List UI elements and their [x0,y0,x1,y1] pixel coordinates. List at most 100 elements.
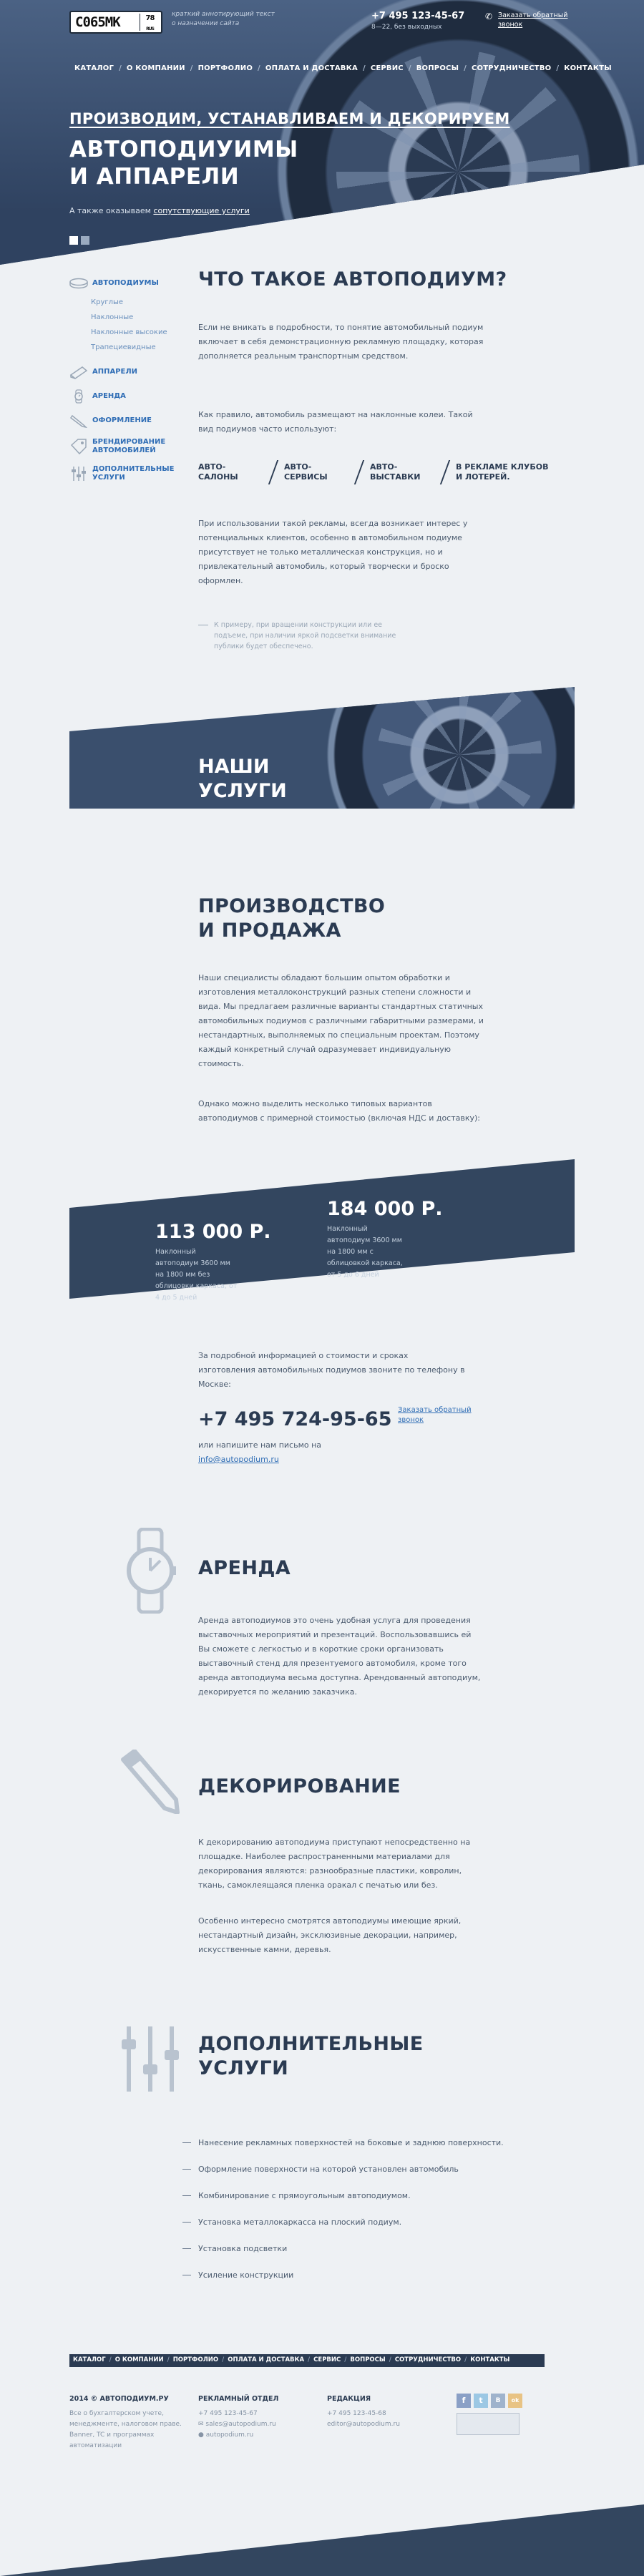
contact-callback-link[interactable]: Заказать обратный звонок [398,1405,477,1425]
rent-title: АРЕНДА [198,1557,291,1579]
list-item: Установка металлокаркасса на плоский под… [182,2215,506,2229]
hero-subtitle-link[interactable]: сопутствующие услуги [153,206,249,215]
what-note: К примеру, при вращении конструкции или … [198,620,413,652]
pencil-icon [69,414,88,428]
footer-editorial: РЕДАКЦИЯ +7 495 123-45-68 editor@autopod… [327,2394,434,2430]
twitter-icon[interactable]: t [474,2394,488,2408]
sidebar-item-rent[interactable]: АРЕНДА [69,389,184,404]
podium-icon [69,278,88,289]
footer-nav-faq[interactable]: ВОПРОСЫ [346,2356,389,2366]
services-banner [69,687,575,809]
extra-list: Нанесение рекламных поверхностей на боко… [182,2136,506,2295]
usage-type-exhibitions: АВТО-ВЫСТАВКИ [370,462,421,482]
footer-nav-contacts[interactable]: КОНТАКТЫ [467,2356,513,2366]
site-tagline: краткий аннотирующий текст о назначении … [172,11,275,27]
sidebar-item-decor[interactable]: ОФОРМЛЕНИЕ [69,414,184,428]
header-callback-link[interactable]: Заказать обратный звонок [487,11,587,29]
social-links: f t В ok [457,2394,522,2408]
banner-wheel-spokes [377,687,542,809]
sidebar-sub-trapezoid[interactable]: Трапециевидные [91,340,184,355]
footer-nav-about[interactable]: О КОМПАНИИ [112,2356,167,2366]
nav-partners[interactable]: СОТРУДНИЧЕСТВО [467,63,556,74]
nav-portfolio[interactable]: ПОРТФОЛИО [193,63,258,74]
slider-dot-2[interactable] [81,236,89,245]
slider-dot-1[interactable] [69,236,78,245]
price-2: 184 000 Р. [327,1198,443,1220]
footer-ads-phone[interactable]: +7 495 123-45-67 [198,2409,320,2419]
sidebar-item-ramps[interactable]: АППАРЕЛИ [69,365,184,379]
sidebar-item-extra[interactable]: ДОПОЛНИТЕЛЬНЫЕ УСЛУГИ [69,465,184,482]
sidebar-item-podiums[interactable]: АВТОПОДИУМЫ [69,278,184,289]
sliders-icon [118,2025,182,2097]
slider-dots [69,236,89,245]
odnoklassniki-icon[interactable]: ok [508,2394,522,2408]
footer-nav-portfolio[interactable]: ПОРТФОЛИО [170,2356,222,2366]
pencil-icon [116,1749,180,1818]
footer-nav-payment[interactable]: ОПЛАТА И ДОСТАВКА [224,2356,308,2366]
vk-icon[interactable]: В [491,2394,505,2408]
main-nav: КАТАЛОГ / О КОМПАНИИ / ПОРТФОЛИО / ОПЛАТА И… [69,63,617,74]
usage-type-ads: В РЕКЛАМЕ КЛУБОВ И ЛОТЕРЕЙ. [456,462,549,482]
what-title: ЧТО ТАКОЕ АВТОПОДИУМ? [198,268,507,291]
sidebar-item-branding[interactable]: БРЕНДИРОВАНИЕ АВТОМОБИЛЕЙ [69,438,184,455]
counter-badge[interactable] [457,2413,519,2435]
sidebar-sub-inclined-high[interactable]: Наклонные высокие [91,325,184,340]
extra-title: ДОПОЛНИТЕЛЬНЫЕ УСЛУГИ [198,2033,424,2079]
sidebar-sub-round[interactable]: Круглые [91,295,184,310]
usage-type-services: АВТО-СЕРВИСЫ [284,462,328,482]
footer-nav-service[interactable]: СЕРВИС [310,2356,344,2366]
skype-icon: ● [198,2431,206,2439]
production-paragraph-2: Однако можно выделить несколько типовых … [198,1099,481,1123]
list-item: Усиление конструкции [182,2268,506,2282]
sliders-icon [72,467,86,481]
sidebar-subitems: Круглые Наклонные Наклонные высокие Трап… [69,295,184,355]
logo-plate[interactable]: С065МК 78 RUS [69,11,162,34]
production-paragraph-1: Наши специалисты обладают большим опытом… [198,973,484,1068]
sidebar-sub-inclined[interactable]: Наклонные [91,310,184,325]
contact-mail-link[interactable]: info@autopodium.ru [198,1455,279,1464]
what-paragraph-2: Как правило, автомобиль размещают на нак… [198,410,473,434]
price-1: 113 000 Р. [155,1221,271,1243]
footer-copyright: 2014 © АВТОПОДИУМ.РУ [69,2395,169,2403]
footer-editorial-phone[interactable]: +7 495 123-45-68 [327,2409,434,2419]
list-item: Установка подсветки [182,2242,506,2255]
ramp-icon [69,366,88,379]
list-item: Нанесение рекламных поверхностей на боко… [182,2136,506,2150]
nav-catalog[interactable]: КАТАЛОГ [69,63,119,74]
footer-editorial-title: РЕДАКЦИЯ [327,2395,371,2403]
hero-banner [0,0,644,265]
price-2-description: Наклонный автоподиум 3600 мм на 1800 мм … [327,1225,403,1279]
decor-title: ДЕКОРИРОВАНИЕ [198,1775,401,1797]
footer-ads-mail[interactable]: ✉ sales@autopodium.ru [198,2419,320,2430]
list-item: Комбинирование с прямоугольным автоподиу… [182,2189,506,2202]
nav-faq[interactable]: ВОПРОСЫ [411,63,464,74]
footer-nav: КАТАЛОГ / О КОМПАНИИ / ПОРТФОЛИО / ОПЛАТА И… [69,2354,545,2367]
what-paragraph-1: Если не вникать в подробности, то поняти… [198,323,484,361]
usage-types: АВТО-САЛОНЫ АВТО-СЕРВИСЫ АВТО-ВЫСТАВКИ В… [198,462,556,483]
footer-ads-skype[interactable]: ● autopodium.ru [198,2430,320,2441]
header-hours: 8—22, без выходных [371,24,442,31]
footer-editorial-mail[interactable]: editor@autopodium.ru [327,2419,434,2430]
facebook-icon[interactable]: f [457,2394,471,2408]
footer-ads: РЕКЛАМНЫЙ ОТДЕЛ +7 495 123-45-67 ✉ sales… [198,2394,320,2441]
nav-about[interactable]: О КОМПАНИИ [122,63,190,74]
mail-icon: ✉ [198,2421,206,2428]
contact-phone[interactable]: +7 495 724-95-65 [198,1404,392,1435]
nav-contacts[interactable]: КОНТАКТЫ [559,63,617,74]
footer-about-text: Все о бухгалтерском учете, менеджменте, … [69,2410,182,2449]
contact-mail-text: или напишите нам письмо на info@autopodi… [198,1440,322,1464]
decor-paragraph-2: Особенно интересно смотрятся автоподиумы… [198,1916,462,1954]
footer-ads-title: РЕКЛАМНЫЙ ОТДЕЛ [198,2395,279,2403]
plate-region: 78 RUS [140,14,160,31]
watch-icon [74,389,83,404]
list-item: Оформление поверхности на которой устано… [182,2162,506,2176]
footer-nav-partners[interactable]: СОТРУДНИЧЕСТВО [391,2356,464,2366]
contact-text: За подробной информацией о стоимости и с… [198,1351,465,1389]
footer-nav-catalog[interactable]: КАТАЛОГ [69,2356,109,2366]
sidebar: АВТОПОДИУМЫ Круглые Наклонные Наклонные … [69,278,184,492]
nav-payment[interactable]: ОПЛАТА И ДОСТАВКА [260,63,363,74]
nav-service[interactable]: СЕРВИС [366,63,409,74]
footer-decoration [0,2504,644,2576]
what-paragraph-3: При использовании такой рекламы, всегда … [198,519,468,585]
rent-paragraph: Аренда автоподиумов это очень удобная ус… [198,1616,481,1697]
